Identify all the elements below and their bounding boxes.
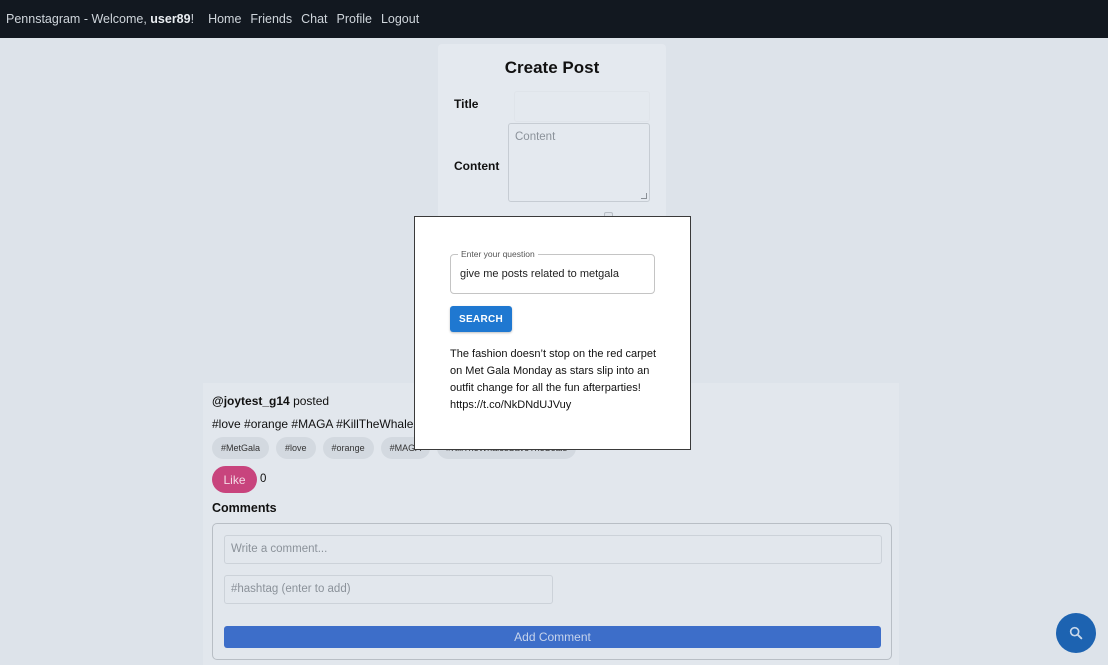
nav-chat-link[interactable]: Chat <box>301 12 327 26</box>
create-post-card: Create Post Title Content Content <box>438 44 666 219</box>
add-comment-button[interactable]: Add Comment <box>224 626 881 648</box>
navbar: Pennstagram - Welcome, user89! Home Frie… <box>0 0 1108 38</box>
content-label: Content <box>454 159 500 173</box>
post-author[interactable]: @joytest_g14 <box>212 394 290 408</box>
nav-friends-link[interactable]: Friends <box>250 12 292 26</box>
search-button[interactable]: SEARCH <box>450 306 512 332</box>
like-count: 0 <box>260 473 267 485</box>
tag-chip[interactable]: #orange <box>322 437 374 459</box>
comment-form: Write a comment... #hashtag (enter to ad… <box>212 523 892 660</box>
search-modal: Enter your question give me posts relate… <box>414 216 691 450</box>
comment-input[interactable]: Write a comment... <box>224 535 882 564</box>
title-input[interactable] <box>514 91 650 122</box>
question-input[interactable]: give me posts related to metgala <box>460 268 619 280</box>
like-button[interactable]: Like <box>212 466 257 493</box>
question-field[interactable]: Enter your question give me posts relate… <box>450 249 655 294</box>
post-content: #love #orange #MAGA #KillTheWhalesS <box>212 417 428 431</box>
tag-chip[interactable]: #love <box>276 437 316 459</box>
search-fab-button[interactable] <box>1056 613 1096 653</box>
nav-home-link[interactable]: Home <box>208 12 241 26</box>
search-result-text: The fashion doesn’t stop on the red carp… <box>450 348 657 411</box>
nav-logout-link[interactable]: Logout <box>381 12 419 26</box>
username: user89 <box>150 12 191 26</box>
search-icon <box>1069 626 1083 640</box>
post-author-line: @joytest_g14 posted <box>212 394 330 408</box>
title-label: Title <box>454 97 479 111</box>
content-textarea[interactable]: Content <box>508 123 650 202</box>
tag-chip[interactable]: #MetGala <box>212 437 270 459</box>
hashtag-input[interactable]: #hashtag (enter to add) <box>224 575 553 604</box>
content-placeholder: Content <box>515 131 556 143</box>
resize-handle[interactable] <box>641 193 647 199</box>
question-label: Enter your question <box>458 249 538 259</box>
nav-profile-link[interactable]: Profile <box>337 12 372 26</box>
brand-welcome: Pennstagram - Welcome, user89! <box>6 12 195 26</box>
create-post-title: Create Post <box>504 58 600 77</box>
comments-heading: Comments <box>212 501 277 515</box>
